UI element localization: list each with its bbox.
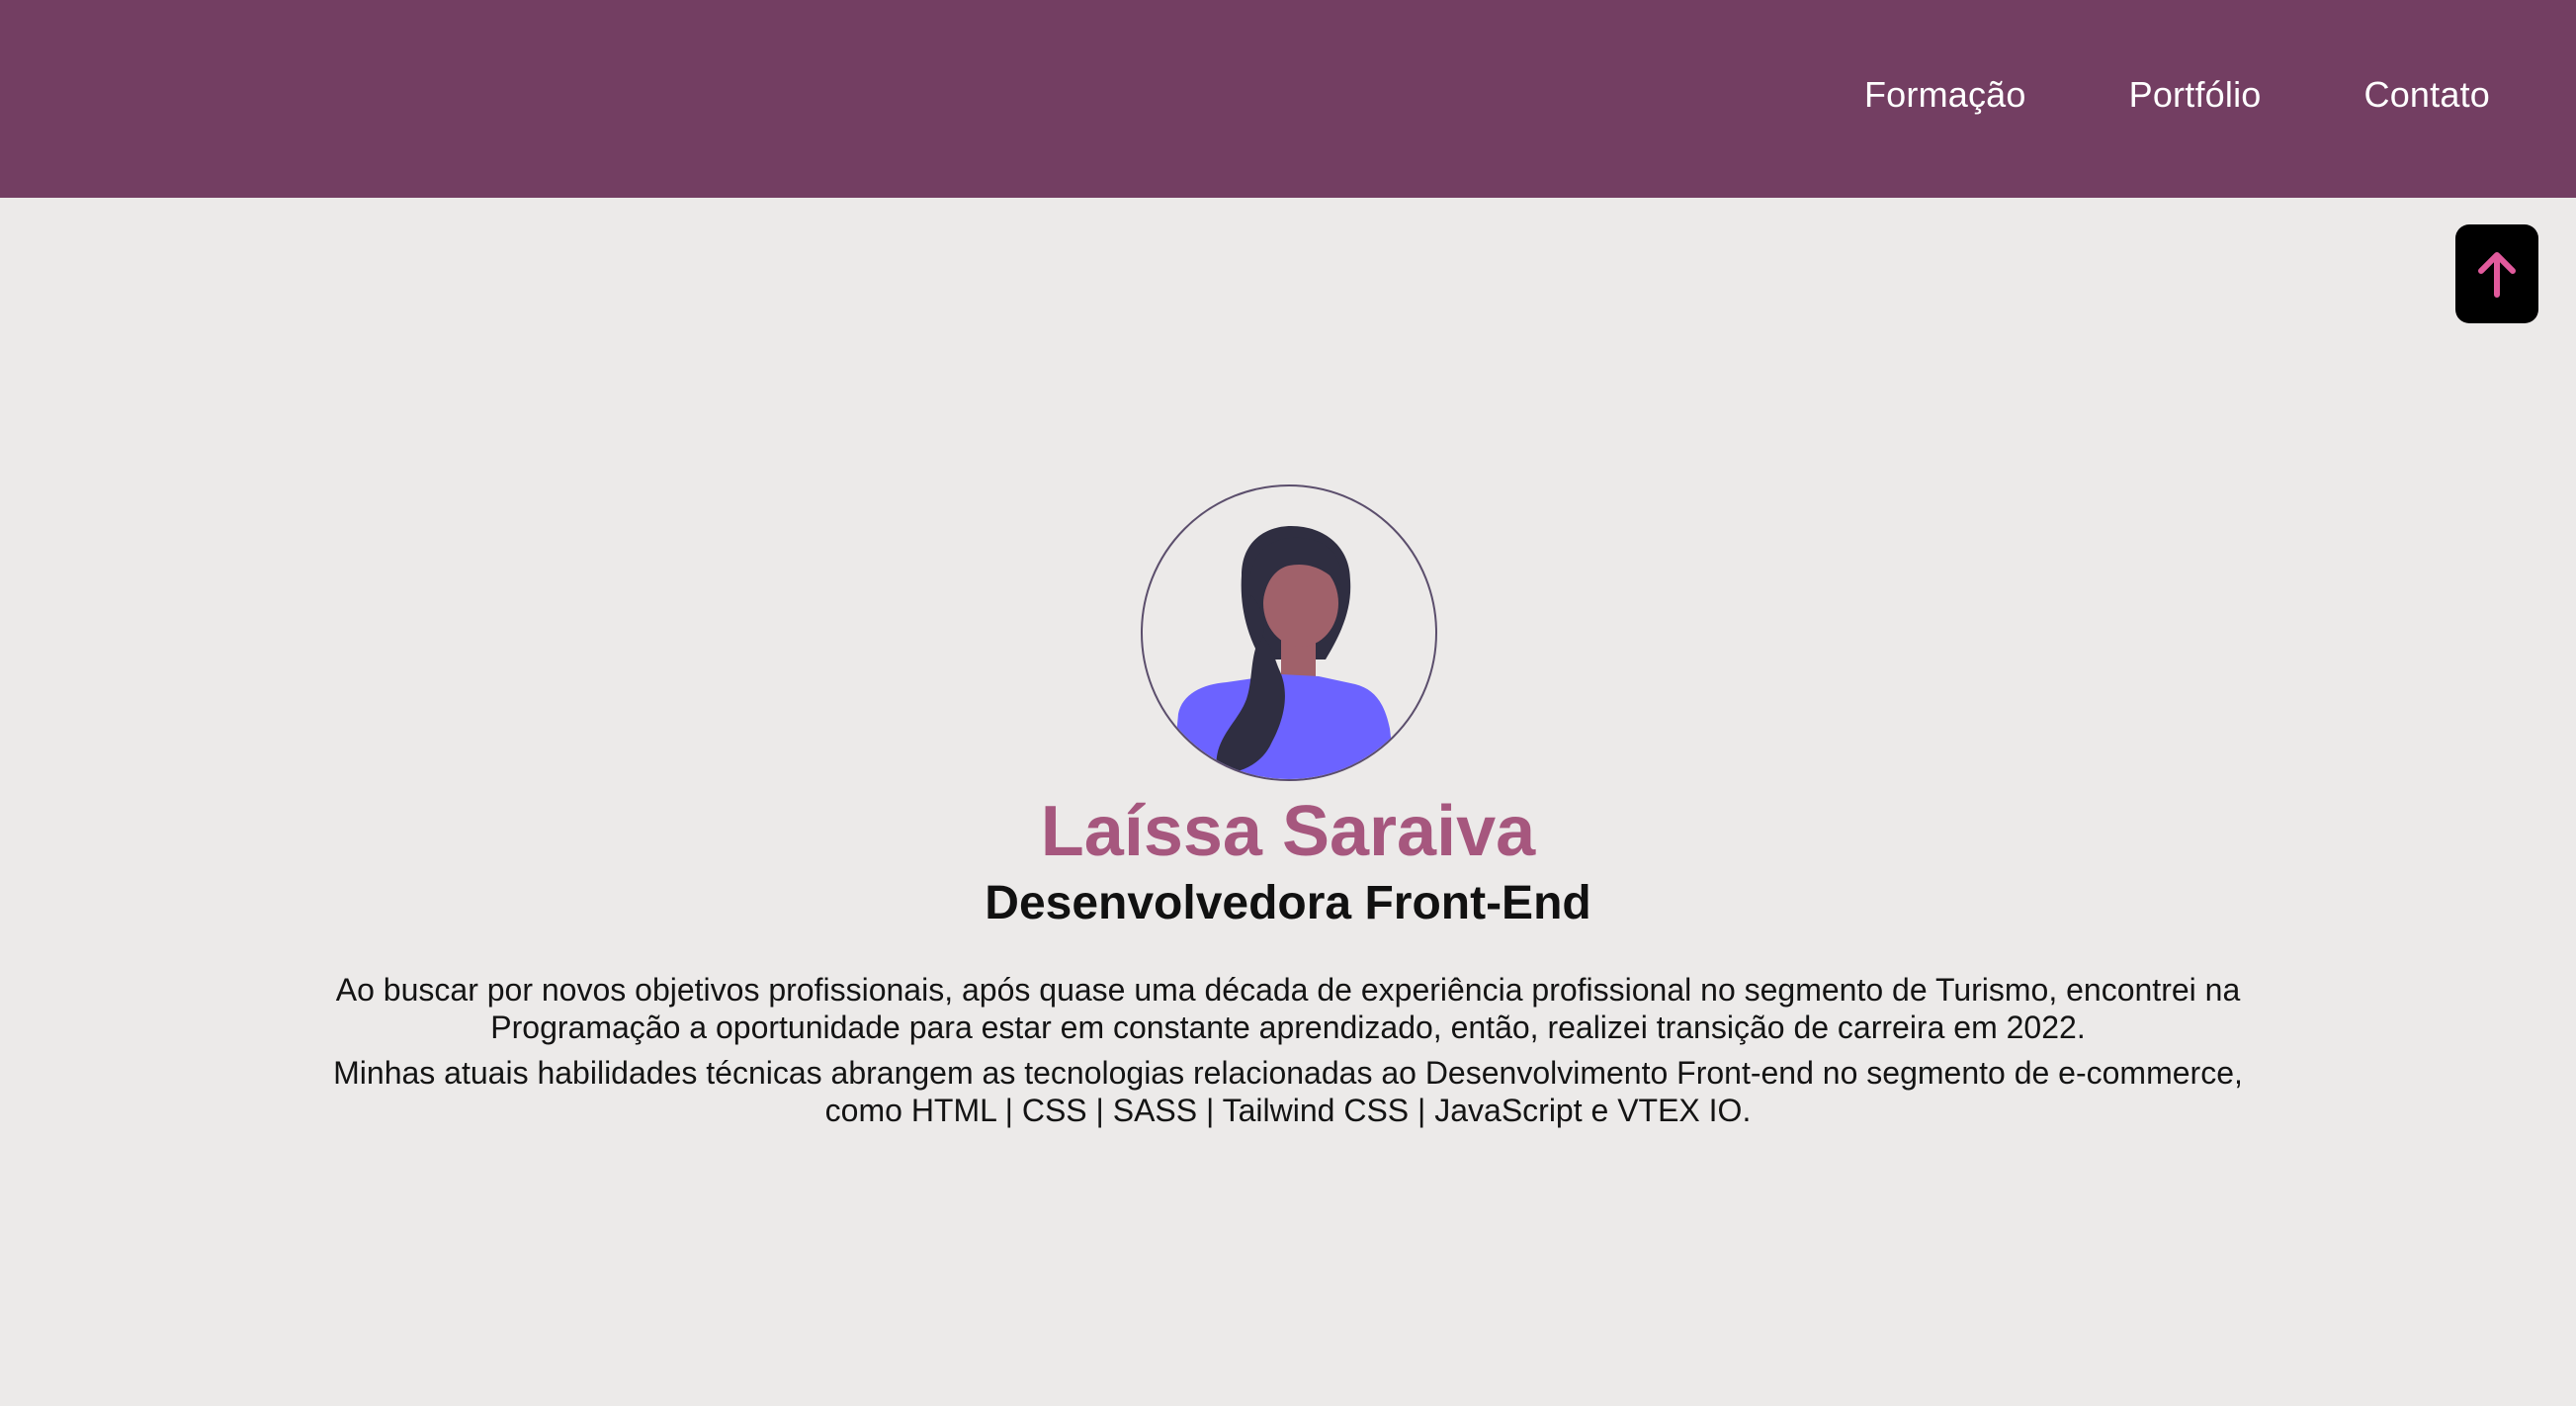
woman-avatar-illustration xyxy=(1172,526,1396,779)
site-header: Formação Portfólio Contato xyxy=(0,0,2576,198)
nav-link-contato[interactable]: Contato xyxy=(2364,74,2491,116)
profile-name: Laíssa Saraiva xyxy=(1040,792,1536,871)
arrow-up-icon xyxy=(2478,252,2516,298)
bio-paragraph: Minhas atuais habilidades técnicas abran… xyxy=(333,1055,2243,1128)
main-nav: Formação Portfólio Contato xyxy=(1864,0,2490,194)
profile-role: Desenvolvedora Front-End xyxy=(985,877,1591,929)
nav-link-formacao[interactable]: Formação xyxy=(1864,74,2026,116)
bio-paragraph: Ao buscar por novos objetivos profission… xyxy=(335,972,2241,1045)
profile-avatar xyxy=(1141,484,1437,781)
scroll-to-top-button[interactable] xyxy=(2455,224,2538,323)
nav-link-portfolio[interactable]: Portfólio xyxy=(2129,74,2262,116)
profile-bio: Ao buscar por novos objetivos profission… xyxy=(316,971,2260,1137)
